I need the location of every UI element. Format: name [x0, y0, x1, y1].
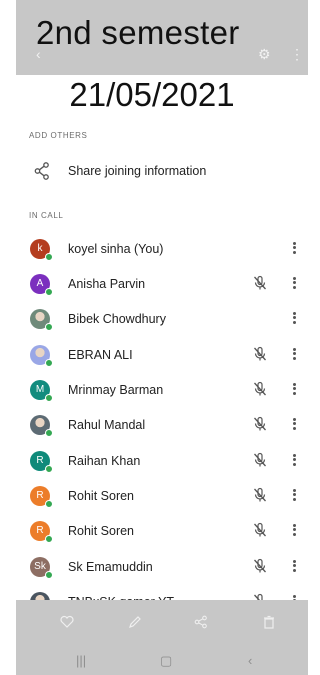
more-options-icon[interactable] — [291, 416, 297, 432]
more-options-icon[interactable] — [291, 275, 297, 291]
share-joining-info-label: Share joining information — [68, 164, 207, 178]
online-status-dot — [45, 359, 53, 367]
participant-name: EBRAN ALI — [68, 348, 133, 362]
participant-name: Rahul Mandal — [68, 418, 146, 432]
more-options-icon[interactable] — [291, 452, 297, 468]
online-status-dot — [45, 500, 53, 508]
share-toolbar-icon[interactable] — [194, 615, 208, 629]
bottom-toolbar — [16, 600, 308, 645]
online-status-dot — [45, 535, 53, 543]
participant-row[interactable]: R Rohit Soren — [0, 479, 308, 513]
online-status-dot — [45, 323, 53, 331]
mic-off-icon[interactable] — [252, 452, 268, 468]
home-icon[interactable]: ▢ — [160, 653, 172, 669]
participant-row[interactable]: M Mrinmay Barman — [0, 373, 308, 407]
participant-name: Anisha Parvin — [68, 277, 146, 291]
more-options-icon[interactable] — [291, 346, 297, 362]
mic-off-icon[interactable] — [252, 416, 268, 432]
participant-name: Rohit Soren — [68, 524, 135, 538]
more-options-icon[interactable] — [291, 522, 297, 538]
participant-row[interactable]: R Rohit Soren — [0, 514, 308, 548]
participant-name: koyel sinha (You) — [68, 242, 164, 256]
share-joining-info-row[interactable]: Share joining information — [0, 156, 308, 186]
participant-name: Mrinmay Barman — [68, 383, 164, 397]
mic-off-icon[interactable] — [252, 381, 268, 397]
participant-row[interactable]: k koyel sinha (You) — [0, 232, 308, 266]
mic-off-icon[interactable] — [252, 558, 268, 574]
online-status-dot — [45, 429, 53, 437]
participant-name: Bibek Chowdhury — [68, 312, 166, 326]
online-status-dot — [45, 253, 53, 261]
share-icon — [34, 162, 49, 180]
more-options-icon[interactable] — [291, 310, 297, 326]
online-status-dot — [45, 394, 53, 402]
trash-icon[interactable] — [262, 615, 276, 629]
heart-icon[interactable] — [60, 615, 74, 629]
participant-row[interactable]: Bibek Chowdhury — [0, 302, 308, 336]
overflow-menu-icon[interactable]: ⋮ — [290, 46, 304, 63]
mic-off-icon[interactable] — [252, 522, 268, 538]
more-options-icon[interactable] — [291, 487, 297, 503]
settings-icon[interactable]: ⚙ — [258, 46, 271, 63]
recent-apps-icon[interactable]: ||| — [76, 653, 86, 668]
participant-row[interactable]: Sk Sk Emamuddin — [0, 550, 308, 584]
back-nav-icon[interactable]: ‹ — [248, 653, 252, 668]
participant-row[interactable]: Rahul Mandal — [0, 408, 308, 442]
mic-off-icon[interactable] — [252, 275, 268, 291]
participant-row[interactable]: A Anisha Parvin — [0, 267, 308, 301]
section-label-add-others: ADD OTHERS — [29, 131, 88, 140]
online-status-dot — [45, 288, 53, 296]
system-navigation-bar: ||| ▢ ‹ — [16, 645, 308, 675]
section-label-in-call: IN CALL — [29, 211, 64, 220]
online-status-dot — [45, 465, 53, 473]
participant-name: Raihan Khan — [68, 454, 141, 468]
overlay-title: 2nd semester — [36, 14, 240, 51]
overlay-date: 21/05/2021 — [36, 76, 268, 114]
edit-pencil-icon[interactable] — [128, 615, 142, 629]
participant-row[interactable]: R Raihan Khan — [0, 444, 308, 478]
more-options-icon[interactable] — [291, 558, 297, 574]
participant-row[interactable]: EBRAN ALI — [0, 338, 308, 372]
more-options-icon[interactable] — [291, 240, 297, 256]
participant-name: Rohit Soren — [68, 489, 135, 503]
more-options-icon[interactable] — [291, 381, 297, 397]
mic-off-icon[interactable] — [252, 487, 268, 503]
online-status-dot — [45, 571, 53, 579]
participant-name: Sk Emamuddin — [68, 560, 153, 574]
mic-off-icon[interactable] — [252, 346, 268, 362]
